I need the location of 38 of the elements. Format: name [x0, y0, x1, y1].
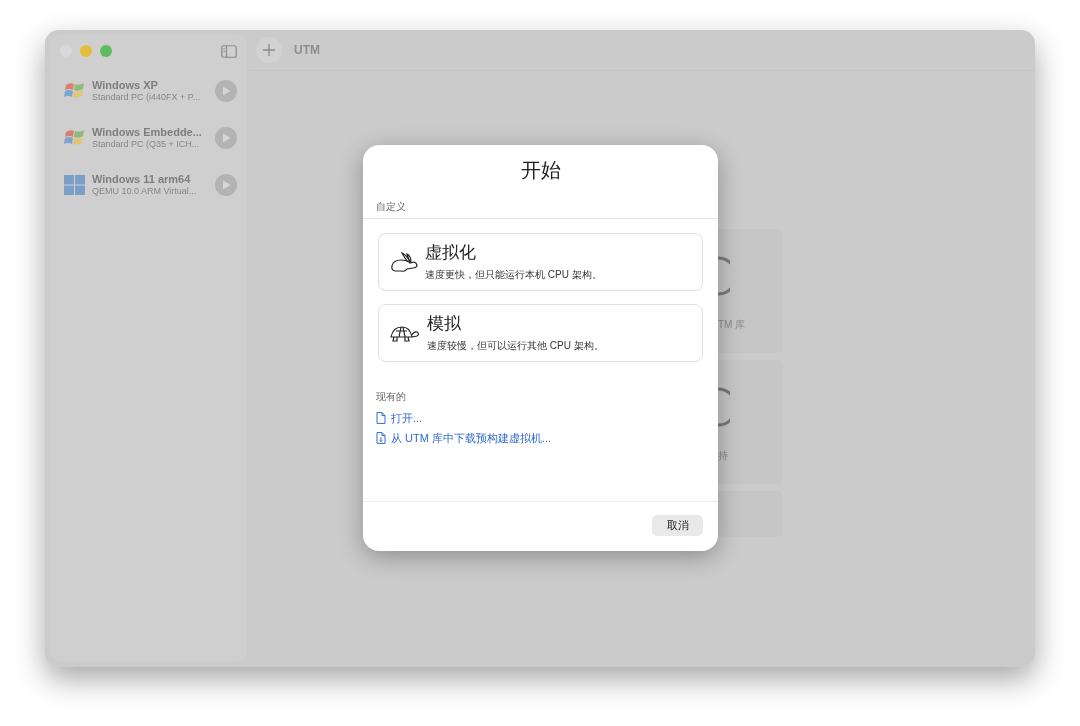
option-title: 虚拟化 — [425, 242, 477, 264]
zoom-button[interactable] — [100, 45, 112, 57]
vm-description: Standard PC (i440FX + P... — [92, 91, 202, 103]
link[interactable]: 从 UTM 库中下载预构建虚拟机... — [363, 428, 718, 448]
windows-logo-icon — [64, 174, 86, 195]
window-title: UTM — [294, 42, 320, 59]
play-icon — [221, 132, 231, 143]
option-card[interactable]: 模拟 速度较慢，但可以运行其他 CPU 架构。 — [378, 304, 703, 362]
cancel-button[interactable]: 取消 — [652, 515, 703, 536]
vm-name: Windows Embedde... — [92, 125, 203, 139]
play-icon — [221, 85, 231, 96]
sidebar-toggle-icon[interactable] — [221, 44, 237, 58]
document-icon — [376, 412, 386, 424]
vm-name: Windows 11 arm64 — [92, 172, 192, 186]
play-button[interactable] — [215, 126, 237, 149]
vm-name: Windows XP — [92, 78, 159, 92]
play-icon — [221, 179, 231, 190]
add-button[interactable] — [256, 37, 282, 63]
option-card[interactable]: 虚拟化 速度更快，但只能运行本机 CPU 架构。 — [378, 233, 703, 291]
vm-description: Standard PC (Q35 + ICH... — [92, 138, 201, 150]
link[interactable]: 打开... — [363, 408, 718, 428]
play-button[interactable] — [215, 173, 237, 196]
tile-background — [718, 491, 783, 537]
plus-icon — [263, 44, 275, 56]
dialog-title: 开始 — [519, 158, 562, 183]
document-download-icon — [376, 432, 386, 444]
section-heading: 自定义 — [375, 200, 407, 214]
option-description: 速度较慢，但可以运行其他 CPU 架构。 — [427, 339, 604, 353]
windows-flag-icon — [64, 127, 86, 148]
turtle-icon — [389, 323, 421, 343]
vm-description: QEMU 10.0 ARM Virtual... — [92, 185, 198, 197]
section-heading: 现有的 — [375, 390, 407, 404]
windows-flag-icon — [64, 80, 86, 101]
minimize-button[interactable] — [80, 45, 92, 57]
option-title: 模拟 — [427, 313, 462, 335]
rabbit-icon — [389, 251, 419, 273]
play-button[interactable] — [215, 79, 237, 102]
option-description: 速度更快，但只能运行本机 CPU 架构。 — [425, 268, 602, 282]
